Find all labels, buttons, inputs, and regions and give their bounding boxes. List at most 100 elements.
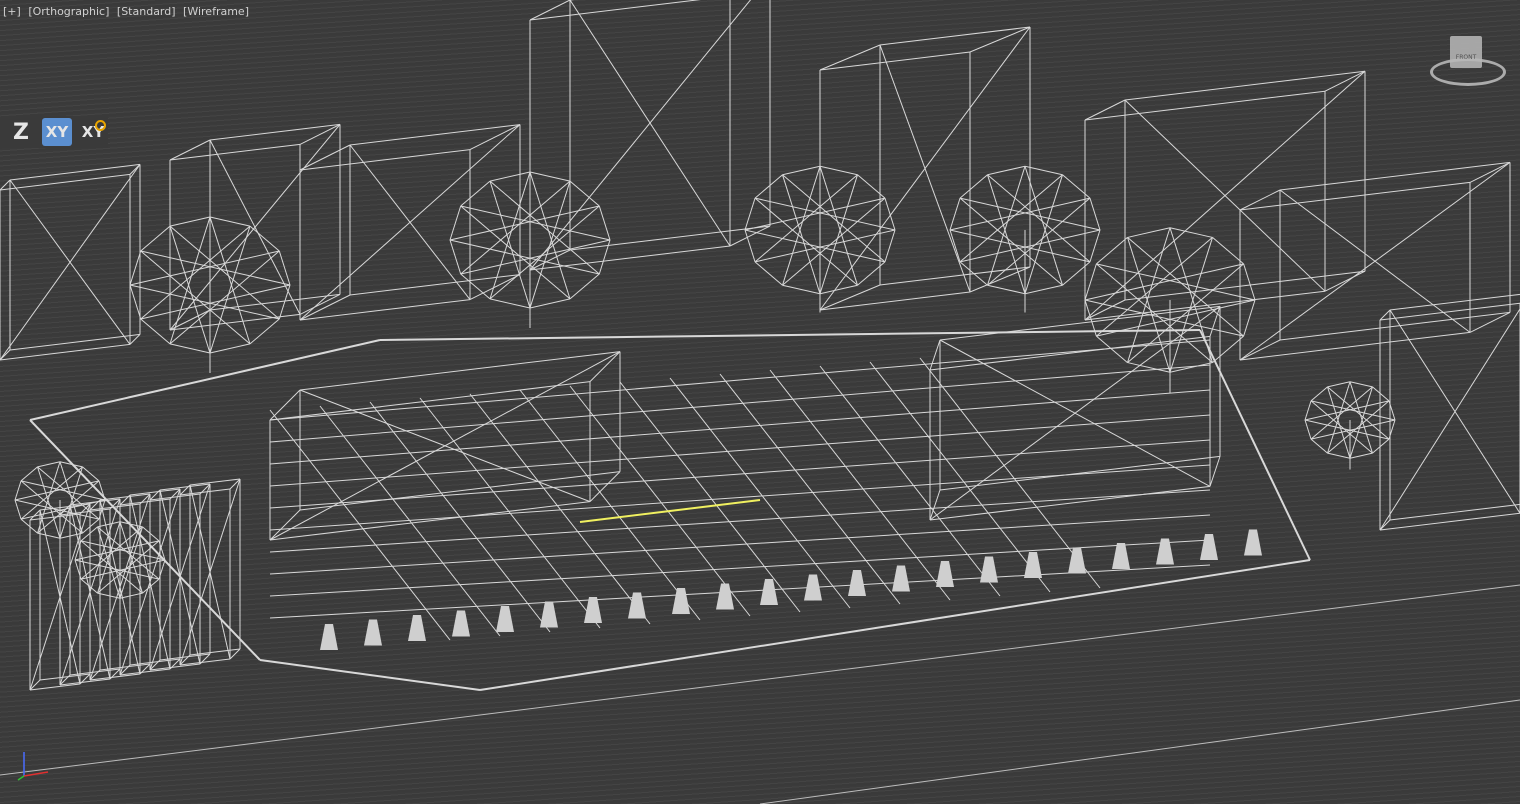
wire-edge xyxy=(879,44,971,293)
complex-floor xyxy=(269,389,1211,465)
wire-edge xyxy=(179,658,231,666)
wire-edge xyxy=(819,165,858,176)
constraint-xy-lock-button[interactable]: XY xyxy=(78,118,108,146)
wire-edge xyxy=(529,0,571,21)
wire-edge xyxy=(959,261,988,286)
wire-edge xyxy=(1469,311,1511,333)
wire-edge xyxy=(14,499,22,520)
complex-wall xyxy=(519,389,701,621)
wire-edge xyxy=(97,521,121,528)
lock-icon xyxy=(95,120,106,131)
wire-edge xyxy=(169,143,301,161)
viewcube-face[interactable]: FRONT xyxy=(1450,36,1482,68)
wire-edge xyxy=(1124,99,1326,292)
wire-edge xyxy=(14,480,22,501)
street-tree xyxy=(320,624,338,650)
wire-edge xyxy=(949,229,961,263)
complex-wall xyxy=(619,381,801,613)
wire-edge xyxy=(782,284,821,295)
wire-edge xyxy=(89,673,141,681)
wire-edge xyxy=(1349,452,1373,459)
3d-viewport[interactable]: [+] [Orthographic] [Standard] [Wireframe… xyxy=(0,0,1520,804)
street-tree xyxy=(716,583,734,610)
wire-edge xyxy=(598,205,611,241)
wire-edge xyxy=(1062,261,1091,286)
wire-edge xyxy=(299,123,341,145)
wire-edge xyxy=(1389,503,1520,521)
wire-edge xyxy=(169,139,211,161)
wire-edge xyxy=(99,493,151,501)
viewport-view-menu[interactable]: [Orthographic] xyxy=(28,5,109,18)
wire-edge xyxy=(1327,381,1351,388)
wire-edge xyxy=(119,592,143,599)
constraint-z-button[interactable]: Z xyxy=(6,118,36,146)
wire-edge xyxy=(1124,270,1366,301)
constraint-xy-button[interactable]: XY xyxy=(42,118,72,146)
wire-edge xyxy=(1310,438,1328,454)
viewport-plus-menu[interactable]: [+] xyxy=(3,5,21,18)
viewport-shading-menu[interactable]: [Wireframe] xyxy=(183,5,249,18)
wire-edge xyxy=(1243,263,1256,301)
wire-edge xyxy=(129,284,142,320)
wire-edge xyxy=(460,180,491,207)
wire-edge xyxy=(149,663,201,671)
complex-floor xyxy=(269,514,1211,575)
wire-edge xyxy=(529,298,571,309)
wire-edge xyxy=(37,532,61,539)
complex-wall xyxy=(469,393,651,625)
wire-edge xyxy=(278,250,291,286)
wire-edge xyxy=(82,518,100,534)
wire-edge xyxy=(1349,381,1373,388)
wireframe-scene[interactable] xyxy=(0,0,1520,804)
wire-edge xyxy=(529,171,571,182)
site-boundary xyxy=(259,659,481,691)
viewport-standard-menu[interactable]: [Standard] xyxy=(117,5,176,18)
street-tree xyxy=(672,588,690,614)
street-tree xyxy=(892,565,910,592)
wire-edge xyxy=(598,239,611,275)
wire-edge xyxy=(249,318,280,345)
wire-edge xyxy=(1304,419,1312,440)
wire-edge xyxy=(1239,339,1281,361)
wire-edge xyxy=(1310,386,1328,402)
wire-edge xyxy=(744,197,756,231)
wire-edge xyxy=(80,526,98,542)
street-tree xyxy=(1112,543,1130,569)
wire-edge xyxy=(169,343,211,354)
wire-edge xyxy=(884,197,896,231)
wire-edge xyxy=(1084,90,1326,121)
wire-edge xyxy=(299,299,471,321)
wire-edge xyxy=(1304,400,1312,421)
street-tree xyxy=(936,561,954,587)
wire-edge xyxy=(857,261,886,286)
complex-wall xyxy=(319,405,501,637)
wire-edge xyxy=(1024,165,1063,176)
wire-edge xyxy=(1209,456,1221,487)
wire-edge xyxy=(569,180,600,207)
wire-edge xyxy=(449,239,462,275)
complex-wall xyxy=(669,377,851,609)
wire-edge xyxy=(1372,386,1390,402)
wire-edge xyxy=(929,485,1211,521)
wire-edge xyxy=(209,123,341,141)
wire-edge xyxy=(1327,452,1351,459)
viewcube[interactable]: FRONT xyxy=(1428,34,1506,90)
street-tree xyxy=(584,597,602,623)
wire-edge xyxy=(489,298,531,309)
wire-edge xyxy=(489,171,531,182)
wire-edge xyxy=(69,498,121,506)
site-boundary xyxy=(1199,329,1311,561)
wire-edge xyxy=(278,284,291,320)
wire-edge xyxy=(469,274,521,301)
wire-edge xyxy=(959,174,988,199)
street-tree xyxy=(848,570,866,596)
wire-edge xyxy=(119,668,171,676)
wire-edge xyxy=(469,124,521,151)
viewport-label-menu[interactable]: [+] [Orthographic] [Standard] [Wireframe… xyxy=(3,5,253,18)
wire-edge xyxy=(949,197,961,231)
wire-edge xyxy=(460,273,491,300)
street-tree xyxy=(980,556,998,583)
street-tree xyxy=(1200,534,1218,560)
wire-edge xyxy=(209,343,251,354)
complex-floor xyxy=(269,539,1211,597)
